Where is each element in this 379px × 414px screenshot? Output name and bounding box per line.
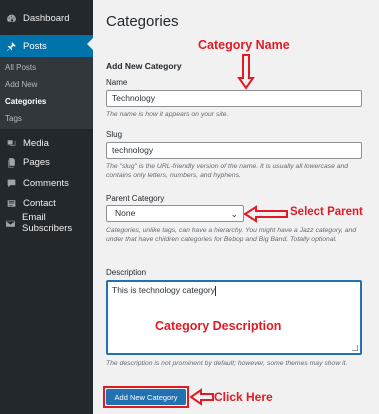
name-input[interactable]: Technology	[106, 90, 362, 107]
parent-category-label: Parent Category	[106, 194, 165, 203]
sidebar-item-label: Dashboard	[23, 12, 70, 24]
slug-label: Slug	[106, 130, 123, 139]
annotation-click-here: Click Here	[214, 390, 273, 404]
media-icon	[4, 136, 18, 150]
sidebar-item-label: Media	[23, 137, 49, 149]
description-text: This is technology category	[112, 285, 215, 295]
arrow-left-icon	[189, 388, 214, 410]
add-new-category-button[interactable]: Add New Category	[106, 389, 186, 405]
description-label: Description	[106, 268, 147, 277]
submenu-categories[interactable]: Categories	[5, 97, 46, 106]
annotation-select-parent: Select Parent	[290, 206, 363, 218]
envelope-icon	[4, 216, 17, 230]
submenu-tags[interactable]: Tags	[5, 114, 22, 123]
sidebar-item-label: Email Subscribers	[21, 212, 73, 234]
name-label: Name	[106, 78, 128, 87]
sidebar-item-pages[interactable]: Pages	[0, 151, 93, 173]
submenu-add-new[interactable]: Add New	[5, 80, 37, 89]
comment-icon	[4, 176, 18, 190]
pages-icon	[4, 155, 18, 169]
sidebar-item-posts[interactable]: Posts	[0, 35, 93, 57]
parent-category-description: Categories, unlike tags, can have a hier…	[106, 227, 357, 243]
sidebar-item-dashboard[interactable]: Dashboard	[0, 7, 93, 29]
slug-description: The "slug" is the URL-friendly version o…	[106, 163, 349, 179]
description-help: The description is not prominent by defa…	[106, 360, 348, 367]
name-description: The name is how it appears on your site.	[106, 111, 229, 118]
arrow-down-icon	[237, 54, 255, 95]
admin-sidebar: Dashboard Posts All Posts Add New Catego…	[0, 0, 93, 414]
posts-submenu: All Posts Add New Categories Tags	[0, 57, 93, 129]
sidebar-item-comments[interactable]: Comments	[0, 172, 93, 194]
sidebar-item-contact[interactable]: Contact	[0, 192, 93, 214]
sidebar-item-label: Contact	[23, 197, 56, 209]
parent-category-value: None	[115, 208, 136, 218]
submit-button-highlight: Add New Category	[103, 386, 189, 408]
contact-icon	[4, 196, 18, 210]
section-title: Add New Category	[106, 61, 182, 71]
parent-category-select[interactable]: None ⌄	[106, 205, 244, 222]
sidebar-item-label: Posts	[23, 40, 47, 52]
sidebar-item-label: Pages	[23, 156, 50, 168]
submenu-all-posts[interactable]: All Posts	[5, 63, 36, 72]
arrow-left-icon	[243, 205, 288, 227]
slug-input[interactable]: technology	[106, 142, 362, 159]
sidebar-item-label: Comments	[23, 177, 69, 189]
text-caret	[215, 285, 216, 296]
pushpin-icon	[4, 39, 18, 53]
sidebar-item-email-subscribers[interactable]: Email Subscribers	[0, 212, 93, 234]
page-title: Categories	[106, 13, 179, 30]
resize-handle-icon[interactable]	[352, 345, 358, 351]
description-textarea[interactable]: This is technology category	[106, 280, 362, 355]
annotation-category-description: Category Description	[155, 319, 282, 333]
annotation-category-name: Category Name	[198, 38, 290, 52]
dashboard-icon	[4, 11, 18, 25]
chevron-down-icon: ⌄	[230, 209, 238, 219]
